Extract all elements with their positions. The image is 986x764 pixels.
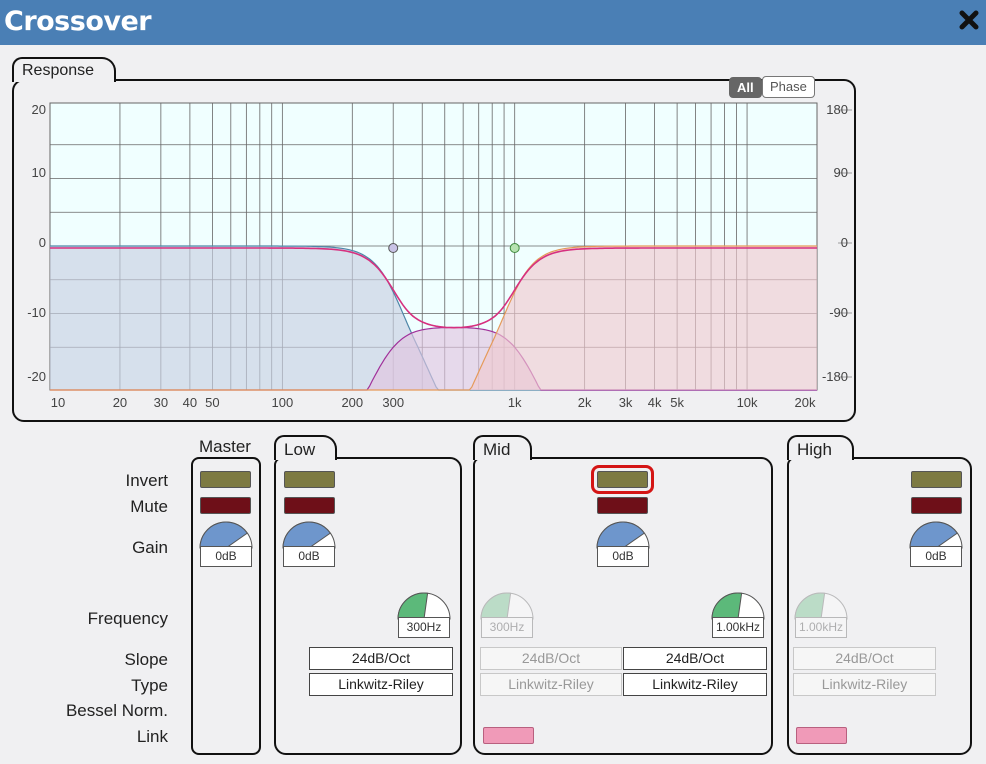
mid-high-type-select[interactable]: Linkwitz-Riley [623, 673, 767, 696]
high-slope-select[interactable]: 24dB/Oct [793, 647, 936, 670]
high-invert-toggle[interactable] [911, 471, 962, 488]
mid-high-frequency-value: 1.00kHz [712, 617, 764, 638]
mid-tab: Mid [473, 435, 533, 460]
mid-high-frequency-knob[interactable]: 1.00kHz [710, 591, 766, 639]
high-frequency-value: 1.00kHz [795, 617, 847, 638]
mid-low-slope-select[interactable]: 24dB/Oct [480, 647, 622, 670]
high-type-select[interactable]: Linkwitz-Riley [793, 673, 936, 696]
mute-label: Mute [130, 497, 168, 516]
low-mute-toggle[interactable] [284, 497, 335, 514]
mid-low-frequency-knob[interactable]: 300Hz [479, 591, 535, 639]
bessel-norm-label: Bessel Norm. [65, 701, 168, 720]
close-x-icon[interactable] [958, 9, 980, 31]
mid-link-toggle[interactable] [483, 727, 534, 744]
high-frequency-knob[interactable]: 1.00kHz [793, 591, 849, 639]
invert-label: Invert [125, 471, 168, 490]
phase-button[interactable]: Phase [762, 76, 815, 98]
master-gain-knob[interactable]: 0dB [198, 520, 254, 568]
low-slope-select[interactable]: 24dB/Oct [309, 647, 453, 670]
response-tab: Response [12, 57, 117, 82]
high-tab: High [787, 435, 854, 460]
title-bar: Crossover [0, 0, 986, 45]
low-gain-value: 0dB [283, 546, 335, 567]
mid-gain-value: 0dB [597, 546, 649, 567]
frequency-label: Frequency [87, 609, 168, 628]
gain-label: Gain [132, 538, 168, 557]
low-invert-toggle[interactable] [284, 471, 335, 488]
master-mute-toggle[interactable] [200, 497, 251, 514]
master-invert-toggle[interactable] [200, 471, 251, 488]
window-title: Crossover [4, 6, 152, 37]
low-gain-knob[interactable]: 0dB [281, 520, 337, 568]
mid-gain-knob[interactable]: 0dB [595, 520, 651, 568]
mid-invert-toggle[interactable] [591, 465, 654, 494]
high-mute-toggle[interactable] [911, 497, 962, 514]
link-label: Link [136, 727, 168, 746]
high-link-toggle[interactable] [796, 727, 847, 744]
low-frequency-value: 300Hz [398, 617, 450, 638]
all-button[interactable]: All [729, 77, 762, 98]
type-label: Type [131, 676, 168, 695]
low-tab: Low [274, 435, 338, 460]
mid-mute-toggle[interactable] [597, 497, 648, 514]
master-gain-value: 0dB [200, 546, 252, 567]
slope-label: Slope [124, 650, 168, 669]
mid-low-frequency-value: 300Hz [481, 617, 533, 638]
response-panel [12, 79, 856, 422]
master-title: Master [199, 437, 251, 456]
low-type-select[interactable]: Linkwitz-Riley [309, 673, 453, 696]
mid-low-type-select[interactable]: Linkwitz-Riley [480, 673, 622, 696]
low-frequency-knob[interactable]: 300Hz [396, 591, 452, 639]
high-gain-knob[interactable]: 0dB [908, 520, 964, 568]
high-gain-value: 0dB [910, 546, 962, 567]
mid-high-slope-select[interactable]: 24dB/Oct [623, 647, 767, 670]
